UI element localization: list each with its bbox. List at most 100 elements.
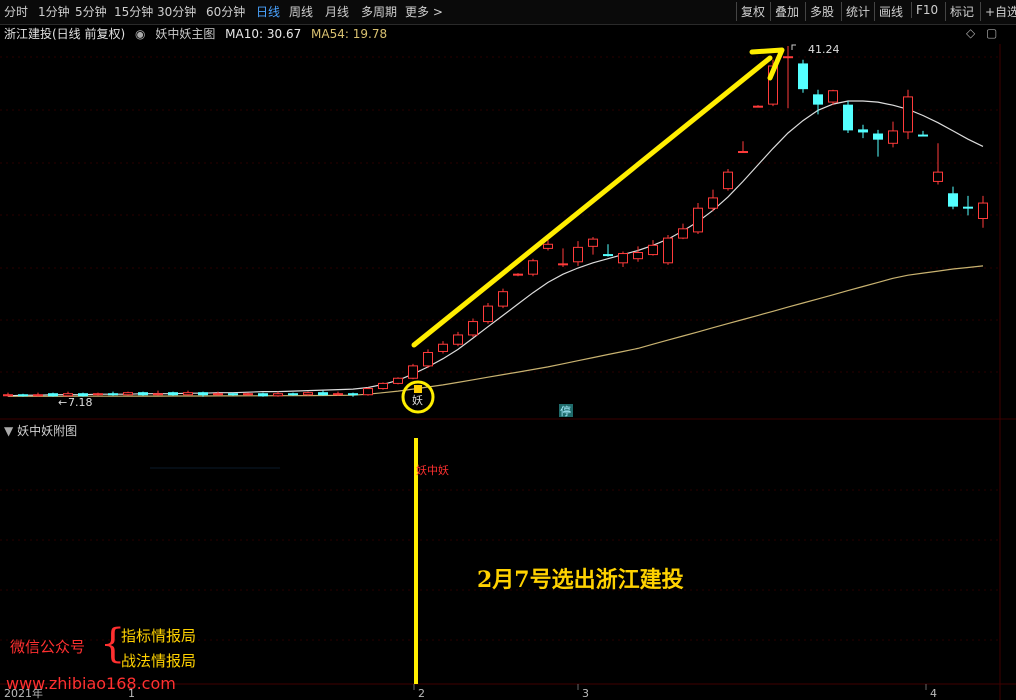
toolbar-button[interactable]: 多股 xyxy=(805,2,838,21)
candle-body xyxy=(558,263,568,266)
candle xyxy=(978,195,988,228)
signal-label: 妖 xyxy=(412,393,423,407)
candle xyxy=(213,391,223,396)
candle-body xyxy=(708,197,718,209)
period-tab[interactable]: 日线 xyxy=(256,3,280,20)
period-tab[interactable]: 更多 > xyxy=(405,3,443,20)
candle-body xyxy=(483,305,493,323)
candle xyxy=(588,237,598,255)
time-label-apr: 4 xyxy=(930,687,937,700)
indicator-dropdown-icon[interactable]: ◉ xyxy=(135,27,145,41)
candle xyxy=(633,246,643,262)
period-tab[interactable]: 60分钟 xyxy=(206,3,245,20)
candle xyxy=(663,235,673,265)
candle-body xyxy=(288,393,298,396)
toolbar-button[interactable]: F10 xyxy=(911,2,942,18)
candle xyxy=(48,392,58,397)
limit-badge-bg xyxy=(559,404,573,417)
candle xyxy=(678,223,688,240)
candle-body xyxy=(648,244,658,256)
candle-body xyxy=(123,392,133,396)
toolbar-button[interactable]: 叠加 xyxy=(770,2,803,21)
candle-body xyxy=(318,392,328,396)
period-tab[interactable]: 周线 xyxy=(289,3,313,20)
period-tab[interactable]: 15分钟 xyxy=(114,3,153,20)
candle-body xyxy=(213,393,223,396)
candle xyxy=(963,195,973,216)
period-tab[interactable]: 5分钟 xyxy=(75,3,107,20)
candle-body xyxy=(48,393,58,397)
candle-body xyxy=(138,392,148,396)
candle xyxy=(453,331,463,347)
candle-body xyxy=(303,392,313,396)
candle-body xyxy=(243,393,253,396)
period-tab[interactable]: 分时 xyxy=(4,3,28,20)
candlestick-chart[interactable]: 妖 41.24 ← 7.18 停 妖中妖 2021年 1 2 3 4 xyxy=(0,0,1016,700)
candle-body xyxy=(918,134,928,137)
period-tab[interactable]: 多周期 xyxy=(361,3,397,20)
candle-body xyxy=(543,243,553,249)
candle-body xyxy=(333,393,343,396)
candle xyxy=(378,382,388,390)
main-indicator-name[interactable]: 妖中妖主图 xyxy=(155,27,215,41)
candle-body xyxy=(468,321,478,336)
candle xyxy=(828,89,838,106)
period-tab[interactable]: 30分钟 xyxy=(157,3,196,20)
candle xyxy=(228,392,238,396)
candle xyxy=(438,341,448,354)
candle-body xyxy=(933,171,943,182)
candle xyxy=(543,240,553,251)
period-tab[interactable]: 1分钟 xyxy=(38,3,70,20)
candle xyxy=(243,392,253,396)
candle xyxy=(648,240,658,256)
high-price-label: 41.24 xyxy=(808,43,840,56)
candle xyxy=(408,363,418,380)
candle-body xyxy=(588,238,598,247)
candle xyxy=(618,251,628,267)
candle xyxy=(198,391,208,397)
candle-body xyxy=(153,393,163,396)
toolbar-button[interactable]: 画线 xyxy=(874,2,907,21)
candle-body xyxy=(3,394,13,397)
candle xyxy=(738,141,748,154)
candle xyxy=(33,392,43,397)
candle xyxy=(108,391,118,396)
close-panel-icon[interactable]: ▢ xyxy=(986,26,997,40)
candle-body xyxy=(93,393,103,396)
sub-indicator-dropdown-icon[interactable]: ▼ xyxy=(4,424,13,438)
candle-body xyxy=(108,393,118,396)
candle xyxy=(183,390,193,396)
candle-body xyxy=(273,393,283,397)
toolbar-button[interactable]: +自选 xyxy=(980,2,1016,21)
candle-body xyxy=(723,171,733,190)
candle-body xyxy=(498,291,508,307)
candle-body xyxy=(573,246,583,263)
candle xyxy=(858,124,868,139)
candle-body xyxy=(528,260,538,275)
candle-body xyxy=(858,129,868,133)
period-tab[interactable]: 月线 xyxy=(325,3,349,20)
candle xyxy=(498,288,508,309)
trend-arrow-shaft xyxy=(411,55,773,348)
toolbar-button[interactable]: 标记 xyxy=(945,2,978,21)
diamond-icon[interactable]: ◇ xyxy=(966,26,975,40)
wechat-label: 微信公众号 xyxy=(10,638,86,656)
sub-indicator-name[interactable]: 妖中妖附图 xyxy=(17,424,77,438)
candle-body xyxy=(18,394,28,397)
candle xyxy=(258,392,268,397)
candle xyxy=(783,46,793,109)
toolbar-button[interactable]: 复权 xyxy=(736,2,769,21)
candle-body xyxy=(198,392,208,396)
ma54-label: MA54: 19.78 xyxy=(311,27,388,41)
candle-body xyxy=(78,393,88,397)
candle-body xyxy=(423,351,433,367)
candle xyxy=(723,169,733,191)
candle xyxy=(78,392,88,397)
ma10-label: MA10: 30.67 xyxy=(225,27,302,41)
candle xyxy=(423,349,433,368)
ma10-line xyxy=(7,100,984,397)
candle-body xyxy=(363,388,373,396)
toolbar-button[interactable]: 统计 xyxy=(841,2,874,21)
candle-body xyxy=(813,94,823,105)
candle xyxy=(948,186,958,210)
